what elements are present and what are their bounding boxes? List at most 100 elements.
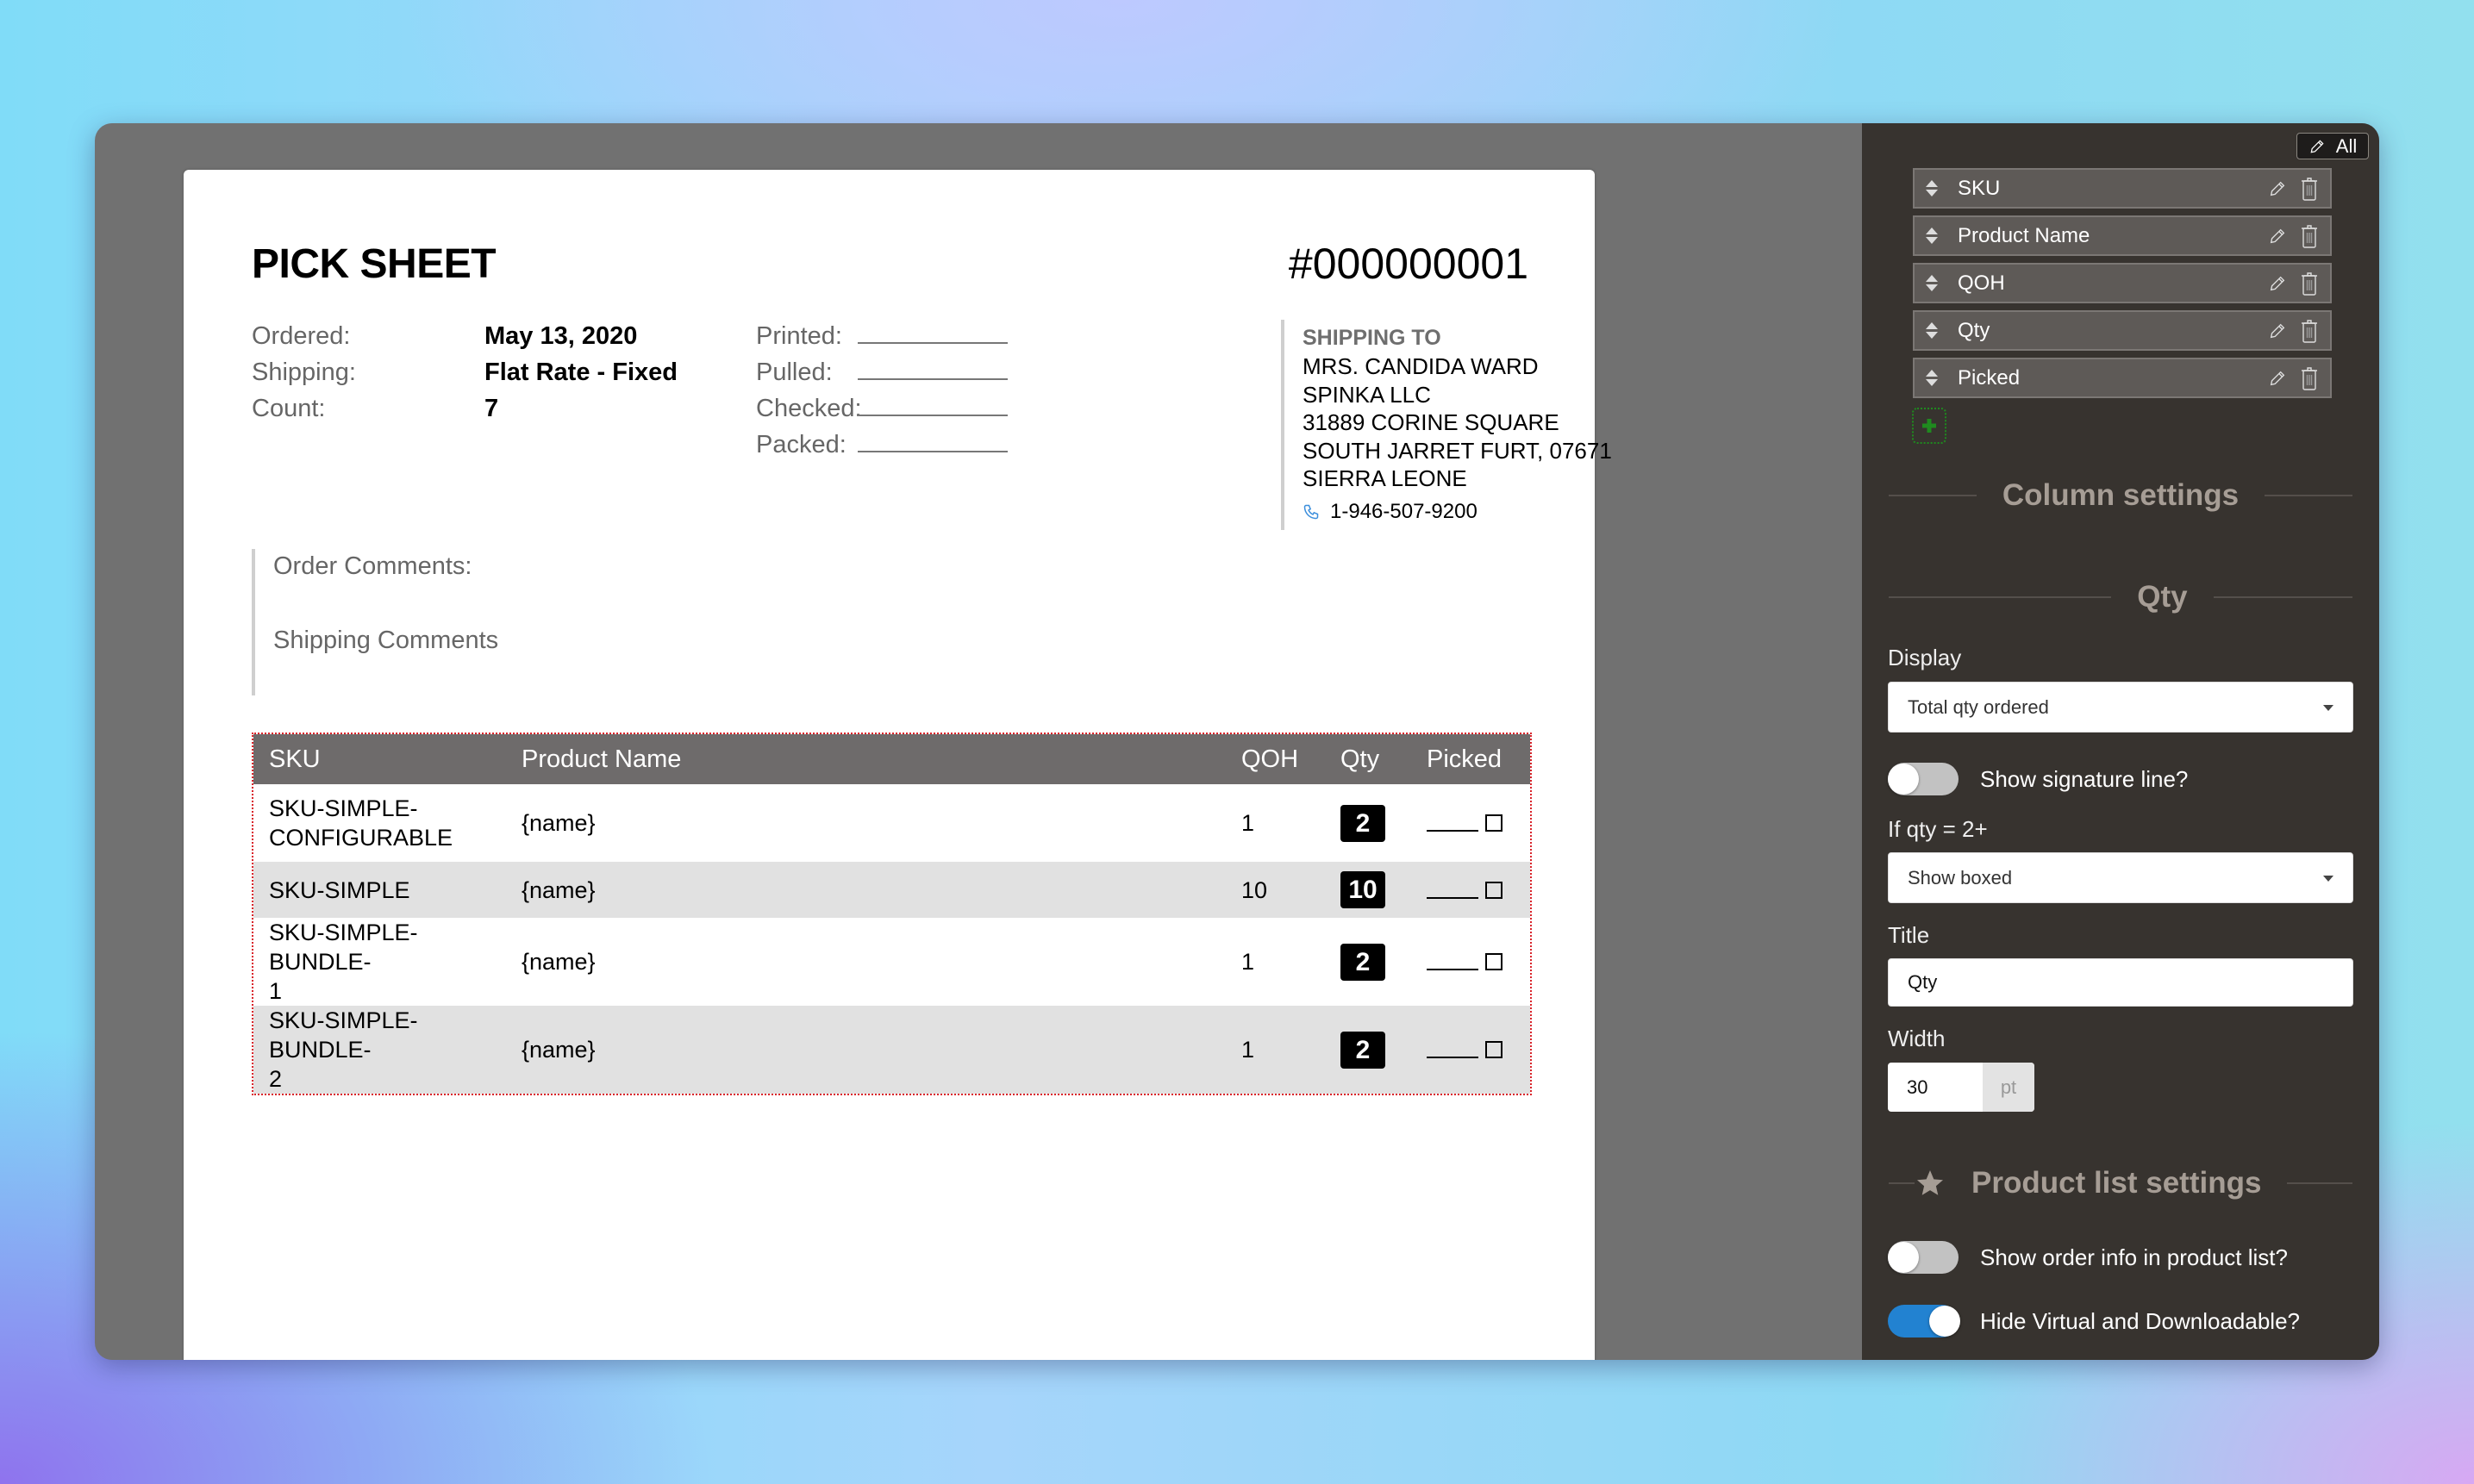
column-header-qty[interactable]: Qty xyxy=(1325,734,1411,784)
pencil-icon[interactable] xyxy=(2268,179,2287,198)
chevron-down-icon xyxy=(2323,705,2333,711)
meta-label: Ordered: xyxy=(252,322,351,350)
column-item-picked[interactable]: Picked xyxy=(1913,358,2332,398)
show-order-info-setting: Show order info in product list? xyxy=(1888,1241,2288,1274)
column-header-product-name[interactable]: Product Name xyxy=(506,734,1226,784)
cell-qty: 2 xyxy=(1325,1006,1411,1094)
divider xyxy=(2287,1182,2352,1184)
plus-icon xyxy=(1922,419,1936,433)
width-input-group: 30 pt xyxy=(1888,1063,2034,1112)
pick-sheet-preview: PICK SHEET #000000001 Ordered: May 13, 2… xyxy=(184,170,1612,1360)
table-row: SKU-SIMPLE-BUNDLE- 1 {name} 1 2 xyxy=(253,918,1530,1006)
column-item-qty[interactable]: Qty xyxy=(1913,310,2332,351)
column-item-label: Picked xyxy=(1958,365,2021,390)
column-header-picked[interactable]: Picked xyxy=(1411,734,1530,784)
edit-all-label: All xyxy=(2335,134,2358,157)
meta-value: Flat Rate - Fixed xyxy=(484,359,678,386)
sort-handle-icon[interactable] xyxy=(1925,180,1939,196)
divider xyxy=(1889,495,1977,496)
picked-checkbox xyxy=(1485,881,1503,899)
width-input[interactable]: 30 xyxy=(1888,1063,1983,1112)
cell-name: {name} xyxy=(522,876,596,903)
qty-boxed: 2 xyxy=(1340,1031,1385,1069)
comments-block: Order Comments: Shipping Comments xyxy=(252,549,855,695)
column-item-qoh[interactable]: QOH xyxy=(1913,263,2332,303)
app-window: PICK SHEET #000000001 Ordered: May 13, 2… xyxy=(95,123,2379,1360)
pencil-icon[interactable] xyxy=(2268,321,2287,340)
cell-sku: SKU-SIMPLE-BUNDLE- 2 xyxy=(269,1007,418,1092)
product-table[interactable]: SKU Product Name QOH Qty Picked SKU-SIMP… xyxy=(252,733,1532,1095)
sort-handle-icon[interactable] xyxy=(1925,370,1939,386)
picked-checkbox xyxy=(1485,814,1503,832)
picked-blank xyxy=(1427,1041,1478,1058)
cell-picked xyxy=(1411,1006,1530,1094)
star-icon xyxy=(1917,1170,1943,1195)
trash-icon[interactable] xyxy=(2299,176,2320,202)
divider xyxy=(1889,1182,1915,1184)
cell-qoh: 1 xyxy=(1241,810,1255,836)
selected-column-heading: Qty xyxy=(1889,580,2352,614)
column-item-label: QOH xyxy=(1958,271,2005,295)
show-order-info-toggle[interactable] xyxy=(1888,1241,1959,1274)
sort-handle-icon[interactable] xyxy=(1925,275,1939,291)
cell-qoh: 10 xyxy=(1241,876,1268,903)
hide-virtual-toggle[interactable] xyxy=(1888,1305,1960,1337)
cell-qty: 2 xyxy=(1325,784,1411,862)
trash-icon[interactable] xyxy=(2299,365,2320,391)
shipping-address: SHIPPING TO MRS. CANDIDA WARD SPINKA LLC… xyxy=(1281,320,1612,530)
signature-line-setting: Show signature line? xyxy=(1888,763,2188,795)
chevron-down-icon xyxy=(2323,876,2333,882)
title-input[interactable]: Qty xyxy=(1888,958,2353,1007)
document-title: PICK SHEET xyxy=(252,241,497,287)
add-column-button[interactable] xyxy=(1912,408,1946,444)
phone: 1-946-507-9200 xyxy=(1303,500,1574,524)
status-label: Checked: xyxy=(756,395,862,422)
address-line: MRS. CANDIDA WARD xyxy=(1303,353,1539,379)
column-list: SKU Product Name QOH Qty Picked xyxy=(1913,168,2332,405)
column-item-product-name[interactable]: Product Name xyxy=(1913,215,2332,256)
cell-qty: 10 xyxy=(1325,862,1411,918)
pencil-icon[interactable] xyxy=(2268,227,2287,246)
signature-blank xyxy=(858,318,1008,344)
sort-handle-icon[interactable] xyxy=(1925,228,1939,244)
picked-blank xyxy=(1427,953,1478,970)
meta-row-shipping: Shipping: Flat Rate - Fixed xyxy=(252,354,678,390)
divider xyxy=(2213,596,2352,598)
order-number: #000000001 xyxy=(1288,240,1528,288)
hide-virtual-setting: Hide Virtual and Downloadable? xyxy=(1888,1305,2300,1337)
meta-value: May 13, 2020 xyxy=(484,322,638,350)
trash-icon[interactable] xyxy=(2299,318,2320,344)
column-item-sku[interactable]: SKU xyxy=(1913,168,2332,209)
cell-picked xyxy=(1411,784,1530,862)
edit-all-button[interactable]: All xyxy=(2296,133,2369,159)
phone-number: 1-946-507-9200 xyxy=(1330,499,1478,523)
pencil-icon[interactable] xyxy=(2268,369,2287,388)
table-row: SKU-SIMPLE-BUNDLE- 2 {name} 1 2 xyxy=(253,1006,1530,1094)
shipping-comments-label: Shipping Comments xyxy=(273,627,499,654)
sort-handle-icon[interactable] xyxy=(1925,322,1939,339)
hide-virtual-label: Hide Virtual and Downloadable? xyxy=(1980,1307,2300,1334)
meta-value: 7 xyxy=(484,395,499,422)
if-qty-select[interactable]: Show boxed xyxy=(1888,852,2353,903)
trash-icon[interactable] xyxy=(2299,223,2320,249)
table-row: SKU-SIMPLE- CONFIGURABLE {name} 1 2 xyxy=(253,784,1530,862)
address-line: SOUTH JARRET FURT, 07671 xyxy=(1303,437,1612,464)
status-fields: Printed: Pulled: Checked: Packed: xyxy=(756,318,1008,463)
display-select[interactable]: Total qty ordered xyxy=(1888,682,2353,733)
column-header-qoh[interactable]: QOH xyxy=(1226,734,1325,784)
settings-panel: All SKU Product Name QOH Qty Picked Colu… xyxy=(1862,123,2379,1360)
cell-name: {name} xyxy=(522,810,596,836)
column-item-label: Qty xyxy=(1958,318,1990,342)
picked-checkbox xyxy=(1485,1041,1503,1058)
qty-boxed: 10 xyxy=(1340,871,1385,908)
cell-sku: SKU-SIMPLE xyxy=(269,876,410,903)
qty-boxed: 2 xyxy=(1340,804,1385,842)
shipping-to-heading: SHIPPING TO xyxy=(1303,326,1441,350)
signature-line-toggle[interactable] xyxy=(1888,763,1959,795)
pencil-icon[interactable] xyxy=(2268,274,2287,293)
cell-name: {name} xyxy=(522,949,596,975)
column-header-sku[interactable]: SKU xyxy=(253,734,506,784)
product-list-settings-heading: Product list settings xyxy=(1889,1166,2352,1200)
trash-icon[interactable] xyxy=(2299,271,2320,296)
phone-icon xyxy=(1303,504,1319,519)
